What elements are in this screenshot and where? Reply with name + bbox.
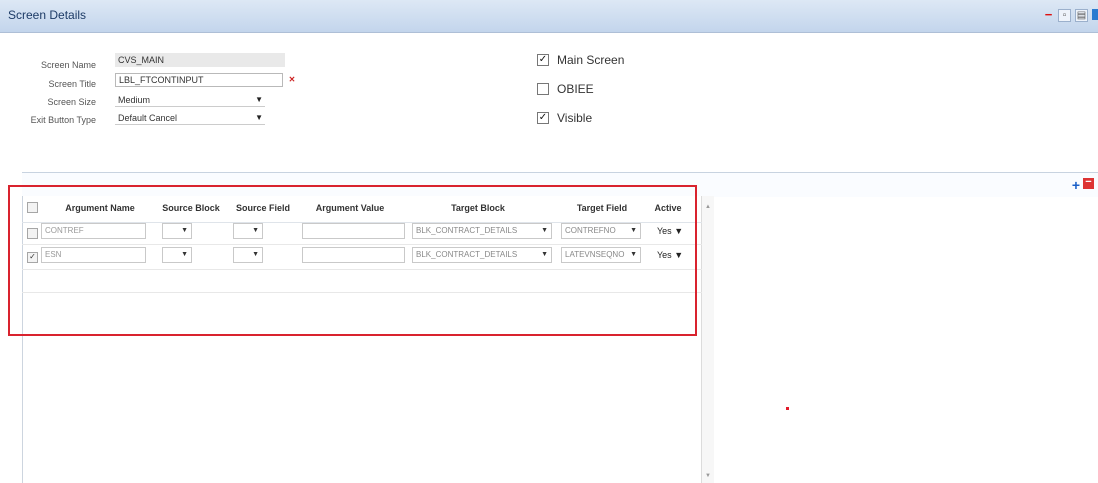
target-block-select[interactable]: BLK_CONTRACT_DETAILS ▼: [412, 223, 552, 239]
chevron-down-icon: ▼: [541, 251, 548, 258]
row-divider: [22, 292, 702, 293]
col-source-field: Source Field: [235, 203, 290, 213]
chevron-down-icon: ▼: [252, 251, 259, 258]
minus-icon[interactable]: −: [1083, 177, 1094, 189]
col-target-field: Target Field: [576, 203, 628, 213]
target-field-select[interactable]: LATEVNSEQNO ▼: [561, 247, 641, 263]
chevron-down-icon: ▼: [181, 251, 188, 258]
exit-button-type-select[interactable]: Default Cancel ▼: [115, 111, 265, 125]
close-icon[interactable]: [1092, 9, 1098, 20]
source-field-select[interactable]: ▼: [233, 247, 263, 263]
active-value: Yes: [657, 250, 672, 260]
row-divider: [22, 244, 702, 245]
target-field-value: CONTREFNO: [565, 226, 616, 235]
screen-title-field[interactable]: LBL_FTCONTINPUT: [115, 73, 283, 87]
chevron-down-icon: ▼: [252, 227, 259, 234]
chevron-down-icon: ▼: [181, 227, 188, 234]
chevron-down-icon: ▼: [630, 251, 637, 258]
screen-size-select[interactable]: Medium ▼: [115, 93, 265, 107]
main-screen-label: Main Screen: [557, 53, 625, 67]
col-argument-value: Argument Value: [315, 203, 385, 213]
arguments-grid: [22, 196, 709, 483]
source-block-select[interactable]: ▼: [162, 247, 192, 263]
chevron-down-icon: ▼: [630, 227, 637, 234]
screen-name-label: Screen Name: [40, 60, 96, 70]
grid-toolbar: + −: [22, 172, 1098, 197]
scroll-up-icon[interactable]: ▲: [705, 204, 711, 210]
plus-icon[interactable]: +: [1072, 178, 1080, 192]
target-block-value: BLK_CONTRACT_DETAILS: [416, 250, 518, 259]
row-checkbox[interactable]: [27, 228, 38, 239]
argument-value-input[interactable]: [302, 223, 405, 239]
obiee-checkbox[interactable]: [537, 83, 549, 95]
visible-label: Visible: [557, 111, 593, 125]
active-value: Yes: [657, 226, 672, 236]
panel-title: Screen Details: [8, 8, 87, 22]
argument-value-input[interactable]: [302, 247, 405, 263]
screen-title-label: Screen Title: [48, 79, 96, 89]
chevron-down-icon: ▼: [255, 113, 263, 122]
screen-name-field: CVS_MAIN: [115, 53, 285, 67]
main-screen-checkbox[interactable]: ✓: [537, 54, 549, 66]
argument-name-input[interactable]: CONTREF: [41, 223, 146, 239]
screen-details-header: Screen Details − ▫ ▤: [0, 0, 1098, 33]
col-target-block: Target Block: [451, 203, 505, 213]
visible-checkbox[interactable]: ✓: [537, 112, 549, 124]
col-active: Active: [654, 203, 682, 213]
minimize-icon[interactable]: −: [1043, 8, 1054, 21]
select-all-checkbox[interactable]: [27, 202, 38, 213]
main-screen-option[interactable]: ✓ Main Screen: [537, 53, 624, 67]
target-field-value: LATEVNSEQNO: [565, 250, 625, 259]
chevron-down-icon: ▼: [674, 250, 684, 260]
active-select[interactable]: Yes ▼: [657, 223, 683, 239]
header-icons: − ▫ ▤: [1043, 8, 1098, 22]
window-icon[interactable]: ▤: [1075, 9, 1088, 22]
restore-icon[interactable]: ▫: [1058, 9, 1071, 22]
source-block-select[interactable]: ▼: [162, 223, 192, 239]
visible-option[interactable]: ✓ Visible: [537, 111, 592, 125]
grid-vertical-scrollbar[interactable]: ▲ ▼: [701, 196, 714, 483]
screen-size-value: Medium: [118, 95, 151, 105]
target-block-value: BLK_CONTRACT_DETAILS: [416, 226, 518, 235]
exit-button-type-label: Exit Button Type: [30, 115, 96, 125]
target-field-select[interactable]: CONTREFNO ▼: [561, 223, 641, 239]
source-field-select[interactable]: ▼: [233, 223, 263, 239]
obiee-label: OBIEE: [557, 82, 594, 96]
active-select[interactable]: Yes ▼: [657, 247, 683, 263]
screen-size-label: Screen Size: [47, 97, 96, 107]
scroll-down-icon[interactable]: ▼: [705, 473, 711, 479]
target-block-select[interactable]: BLK_CONTRACT_DETAILS ▼: [412, 247, 552, 263]
red-marker: [786, 407, 789, 410]
translate-icon[interactable]: ✕: [286, 74, 298, 86]
chevron-down-icon: ▼: [255, 95, 263, 104]
row-checkbox[interactable]: ✓: [27, 252, 38, 263]
chevron-down-icon: ▼: [674, 226, 684, 236]
exit-button-type-value: Default Cancel: [118, 113, 178, 123]
col-argument-name: Argument Name: [65, 203, 135, 213]
argument-name-input[interactable]: ESN: [41, 247, 146, 263]
chevron-down-icon: ▼: [541, 227, 548, 234]
obiee-option[interactable]: OBIEE: [537, 82, 594, 96]
col-source-block: Source Block: [162, 203, 220, 213]
row-divider: [22, 269, 702, 270]
